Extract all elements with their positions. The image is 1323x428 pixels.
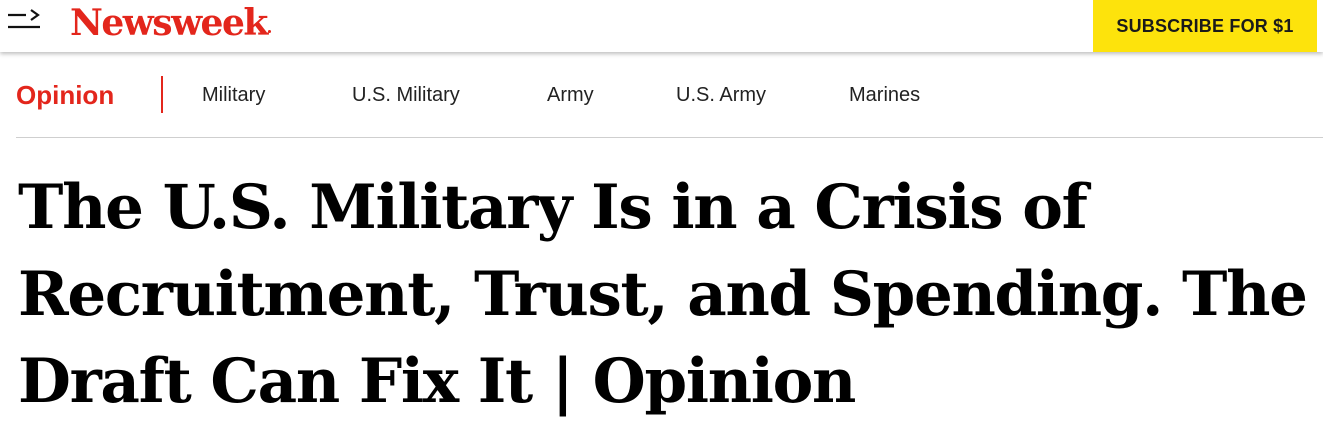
section-opinion-link[interactable]: Opinion: [16, 79, 114, 111]
tag-us-army[interactable]: U.S. Army: [676, 83, 766, 107]
tag-us-military[interactable]: U.S. Military: [352, 83, 460, 107]
tag-marines[interactable]: Marines: [849, 83, 920, 107]
logo-dot: [267, 30, 271, 33]
tag-army[interactable]: Army: [547, 83, 594, 107]
menu-arrow-icon: [8, 9, 40, 29]
logo-text: Newsweek: [70, 2, 268, 44]
tag-military[interactable]: Military: [202, 83, 265, 107]
subscribe-button[interactable]: SUBSCRIBE FOR $1: [1093, 0, 1317, 52]
section-nav: Opinion Military U.S. Military Army U.S.…: [16, 52, 1323, 138]
site-header: Newsweek SUBSCRIBE FOR $1: [0, 0, 1323, 52]
newsweek-logo[interactable]: Newsweek: [70, 0, 271, 47]
menu-icon[interactable]: [6, 9, 46, 35]
nav-divider: [161, 76, 163, 113]
article-headline: The U.S. Military Is in a Crisis of Recr…: [18, 172, 1308, 417]
